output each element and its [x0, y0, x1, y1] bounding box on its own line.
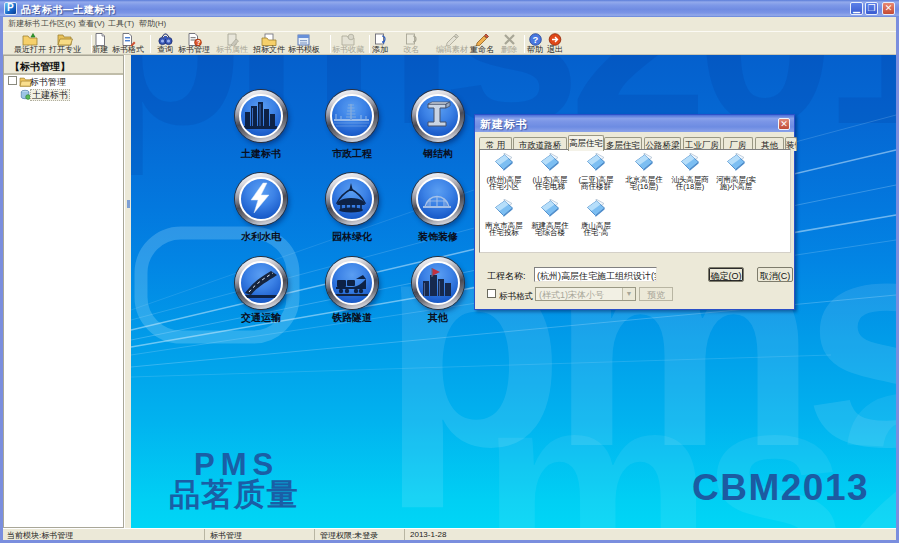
- svg-text:?: ?: [532, 34, 538, 45]
